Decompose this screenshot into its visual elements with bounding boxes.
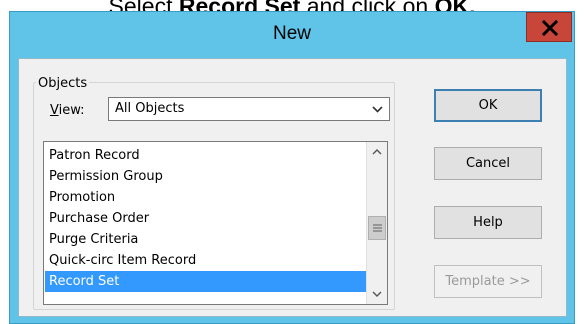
help-button[interactable]: Help	[434, 206, 542, 239]
close-button[interactable]	[526, 12, 572, 42]
scroll-down-button[interactable]	[367, 284, 387, 304]
chevron-down-icon	[372, 106, 383, 113]
ok-button[interactable]: OK	[434, 89, 542, 122]
list-item[interactable]: Purchase Order	[45, 208, 368, 229]
list-item[interactable]: Patron Record	[45, 145, 368, 166]
grip-icon	[373, 224, 382, 232]
list-item-selected[interactable]: Record Set	[45, 271, 368, 292]
vertical-scrollbar[interactable]	[366, 142, 387, 304]
close-icon	[542, 20, 558, 36]
title-bar[interactable]: New	[10, 12, 574, 58]
dialog-body: Objects View: All Objects Patron Record …	[18, 58, 567, 317]
list-item[interactable]: Promotion	[45, 187, 368, 208]
cancel-button[interactable]: Cancel	[434, 147, 542, 180]
new-dialog: New Objects View: All Objects Patron Rec…	[9, 11, 575, 324]
list-item[interactable]: Quick-circ Item Record	[45, 250, 368, 271]
list-item[interactable]: Purge Criteria	[45, 229, 368, 250]
list-item[interactable]: Permission Group	[45, 166, 368, 187]
view-label: View:	[50, 103, 85, 118]
view-dropdown[interactable]: All Objects	[108, 97, 390, 121]
scroll-up-button[interactable]	[367, 142, 387, 162]
objects-listbox[interactable]: Patron Record Permission Group Promotion…	[43, 141, 388, 305]
chevron-down-icon	[372, 291, 382, 297]
dialog-title: New	[272, 23, 311, 44]
view-dropdown-value: All Objects	[115, 101, 185, 116]
scroll-thumb[interactable]	[368, 216, 386, 240]
chevron-up-icon	[372, 149, 382, 155]
objects-group-label: Objects	[36, 76, 90, 91]
template-button[interactable]: Template >>	[434, 265, 542, 298]
